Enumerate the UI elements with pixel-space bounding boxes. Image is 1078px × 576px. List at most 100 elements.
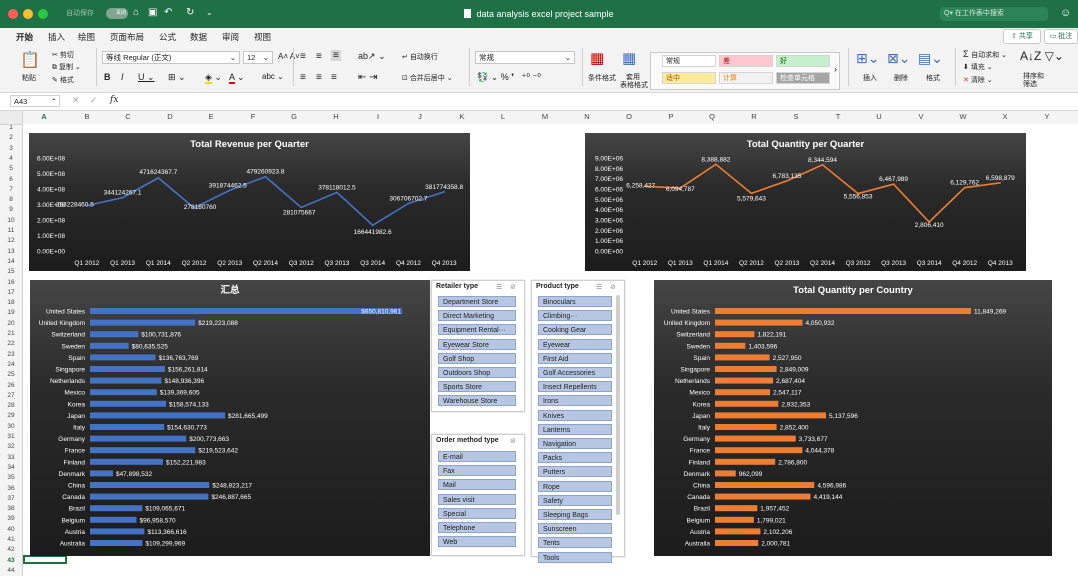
slicer-item[interactable]: Golf Shop [438,352,516,364]
cancel-formula-icon[interactable]: ✕ [72,95,80,106]
column-header[interactable]: B [77,112,97,121]
slicer-item[interactable]: Irons [538,395,612,407]
slicer-item[interactable]: Climbing··· [538,310,612,322]
slicer-item[interactable]: Rope [538,480,612,492]
row-header[interactable]: 42 [0,546,22,553]
column-header[interactable]: W [953,112,973,121]
align-middle-button[interactable]: ≡ [316,51,322,62]
insert-cells-icon[interactable]: ⊞⌄ [856,50,879,67]
row-header[interactable]: 2 [0,134,22,141]
row-header[interactable]: 8 [0,196,22,203]
row-header[interactable]: 40 [0,526,22,533]
slicer-item[interactable]: Special [438,507,516,519]
clear-filter-icon[interactable]: ⊘ [510,283,516,291]
row-header[interactable]: 30 [0,423,22,430]
tab-view[interactable]: 视图 [254,31,271,43]
row-header[interactable]: 27 [0,392,22,399]
row-header[interactable]: 15 [0,268,22,275]
slicer-item[interactable]: Eyewear Store [438,338,516,350]
slicer-item[interactable]: Fax [438,465,516,477]
fill-color-button[interactable]: ◈ ⌄ [205,72,222,84]
slicer-item[interactable]: Insect Repellents [538,381,612,393]
column-header[interactable]: K [452,112,472,121]
autosum-button[interactable]: Σ 自动求和 ⌄ [963,49,1007,60]
slicer-item[interactable]: Knives [538,409,612,421]
slicer-item[interactable]: Sales visit [438,493,516,505]
row-header[interactable]: 22 [0,340,22,347]
column-header[interactable]: V [911,112,931,121]
slicer-item[interactable]: Telephone [438,522,516,533]
row-header[interactable]: 4 [0,155,22,162]
tab-draw[interactable]: 绘图 [78,31,95,43]
formula-input[interactable] [128,95,1068,107]
active-cell-a43[interactable] [23,555,67,564]
slicer-item[interactable]: Lanterns [538,423,612,435]
table-format-label-2[interactable]: 表格格式 [620,80,648,90]
slicer-item[interactable]: Cooking Gear [538,324,612,336]
number-format-buttons[interactable]: 💱 ⌄ % ❜ ⁺⁰ ⁻⁰ [477,72,541,83]
style-normal[interactable]: 常规 [662,55,716,67]
clear-button[interactable]: ✕ 清除 ⌄ [963,75,993,85]
row-header[interactable]: 6 [0,176,22,183]
row-header[interactable]: 29 [0,412,22,419]
slicer-item[interactable]: Putters [538,466,612,478]
font-color-button[interactable]: A ⌄ [229,72,245,84]
column-header[interactable]: R [744,112,764,121]
tab-formulas[interactable]: 公式 [159,31,176,43]
slicer-item[interactable]: Department Store [438,296,516,307]
column-header[interactable]: S [786,112,806,121]
clear-filter-icon[interactable]: ⊘ [510,437,516,445]
slicer-item[interactable]: Navigation [538,438,612,449]
row-header[interactable]: 25 [0,371,22,378]
paste-icon[interactable]: 📋 [20,50,40,70]
slicer-item[interactable]: Mail [438,479,516,491]
conditional-format-icon[interactable]: ▦ [590,49,604,67]
row-header[interactable]: 36 [0,485,22,492]
column-header[interactable]: D [160,112,180,121]
function-icon[interactable]: fx [110,95,118,105]
fill-button[interactable]: ⬇ 填充 ⌄ [963,62,993,72]
italic-button[interactable]: I [121,72,124,82]
paste-button[interactable]: 粘贴 [22,73,36,83]
row-header[interactable]: 26 [0,382,22,389]
slicer-item[interactable]: First Aid [538,352,612,364]
tab-insert[interactable]: 插入 [48,31,65,43]
wrap-text-button[interactable]: ↵ 自动换行 [402,52,438,62]
font-size-select[interactable]: 12 ⌄ [243,51,273,64]
row-header[interactable]: 18 [0,299,22,306]
row-header[interactable]: 43 [0,557,22,564]
column-header[interactable]: T [828,112,848,121]
row-header[interactable]: 44 [0,567,22,574]
row-header[interactable]: 33 [0,454,22,461]
insert-cells-button[interactable]: 插入 [863,73,877,83]
row-header[interactable]: 13 [0,248,22,255]
slicer-item[interactable]: Warehouse Store [438,395,516,407]
row-header[interactable]: 3 [0,145,22,152]
slicer-item[interactable]: Tents [538,537,612,549]
tab-page-layout[interactable]: 页面布局 [110,31,144,43]
slicer-item[interactable]: Equipment Rental··· [438,324,516,336]
tab-review[interactable]: 审阅 [222,31,239,43]
slicer-item[interactable]: Sports Store [438,381,516,393]
font-size-controls[interactable]: A˄ A˅ [278,52,300,61]
row-header[interactable]: 23 [0,351,22,358]
column-header[interactable]: F [243,112,263,121]
borders-button[interactable]: ⊞ ⌄ [168,72,186,83]
confirm-formula-icon[interactable]: ✓ [90,95,98,106]
style-check-cell[interactable]: 检查单元格 [776,72,830,84]
row-header[interactable]: 34 [0,464,22,471]
multi-select-icon[interactable]: ☰ [496,283,502,291]
row-header[interactable]: 28 [0,402,22,409]
number-format-select[interactable]: 常规 ⌄ [475,51,575,64]
align-center-button[interactable]: ≡ [316,72,322,83]
slicer-order-method-type[interactable]: Order method type ⊘ E-mail Fax Mail Sales v… [431,434,525,556]
share-button[interactable]: ⇧ 共享 [1003,29,1041,44]
column-header[interactable]: N [577,112,597,121]
merge-center-button[interactable]: ⊡ 合并后居中 ⌄ [402,73,453,83]
indent-buttons[interactable]: ⇤ ⇥ [358,72,378,83]
chart-quantity-per-country[interactable]: Total Quantity per Country United States 1… [654,280,1052,556]
phonetic-button[interactable]: abc ⌄ [262,72,284,81]
orientation-button[interactable]: ab↗ ⌄ [358,51,386,62]
comments-button[interactable]: ▭ 批注 [1044,29,1078,44]
select-all-corner[interactable] [0,111,23,125]
